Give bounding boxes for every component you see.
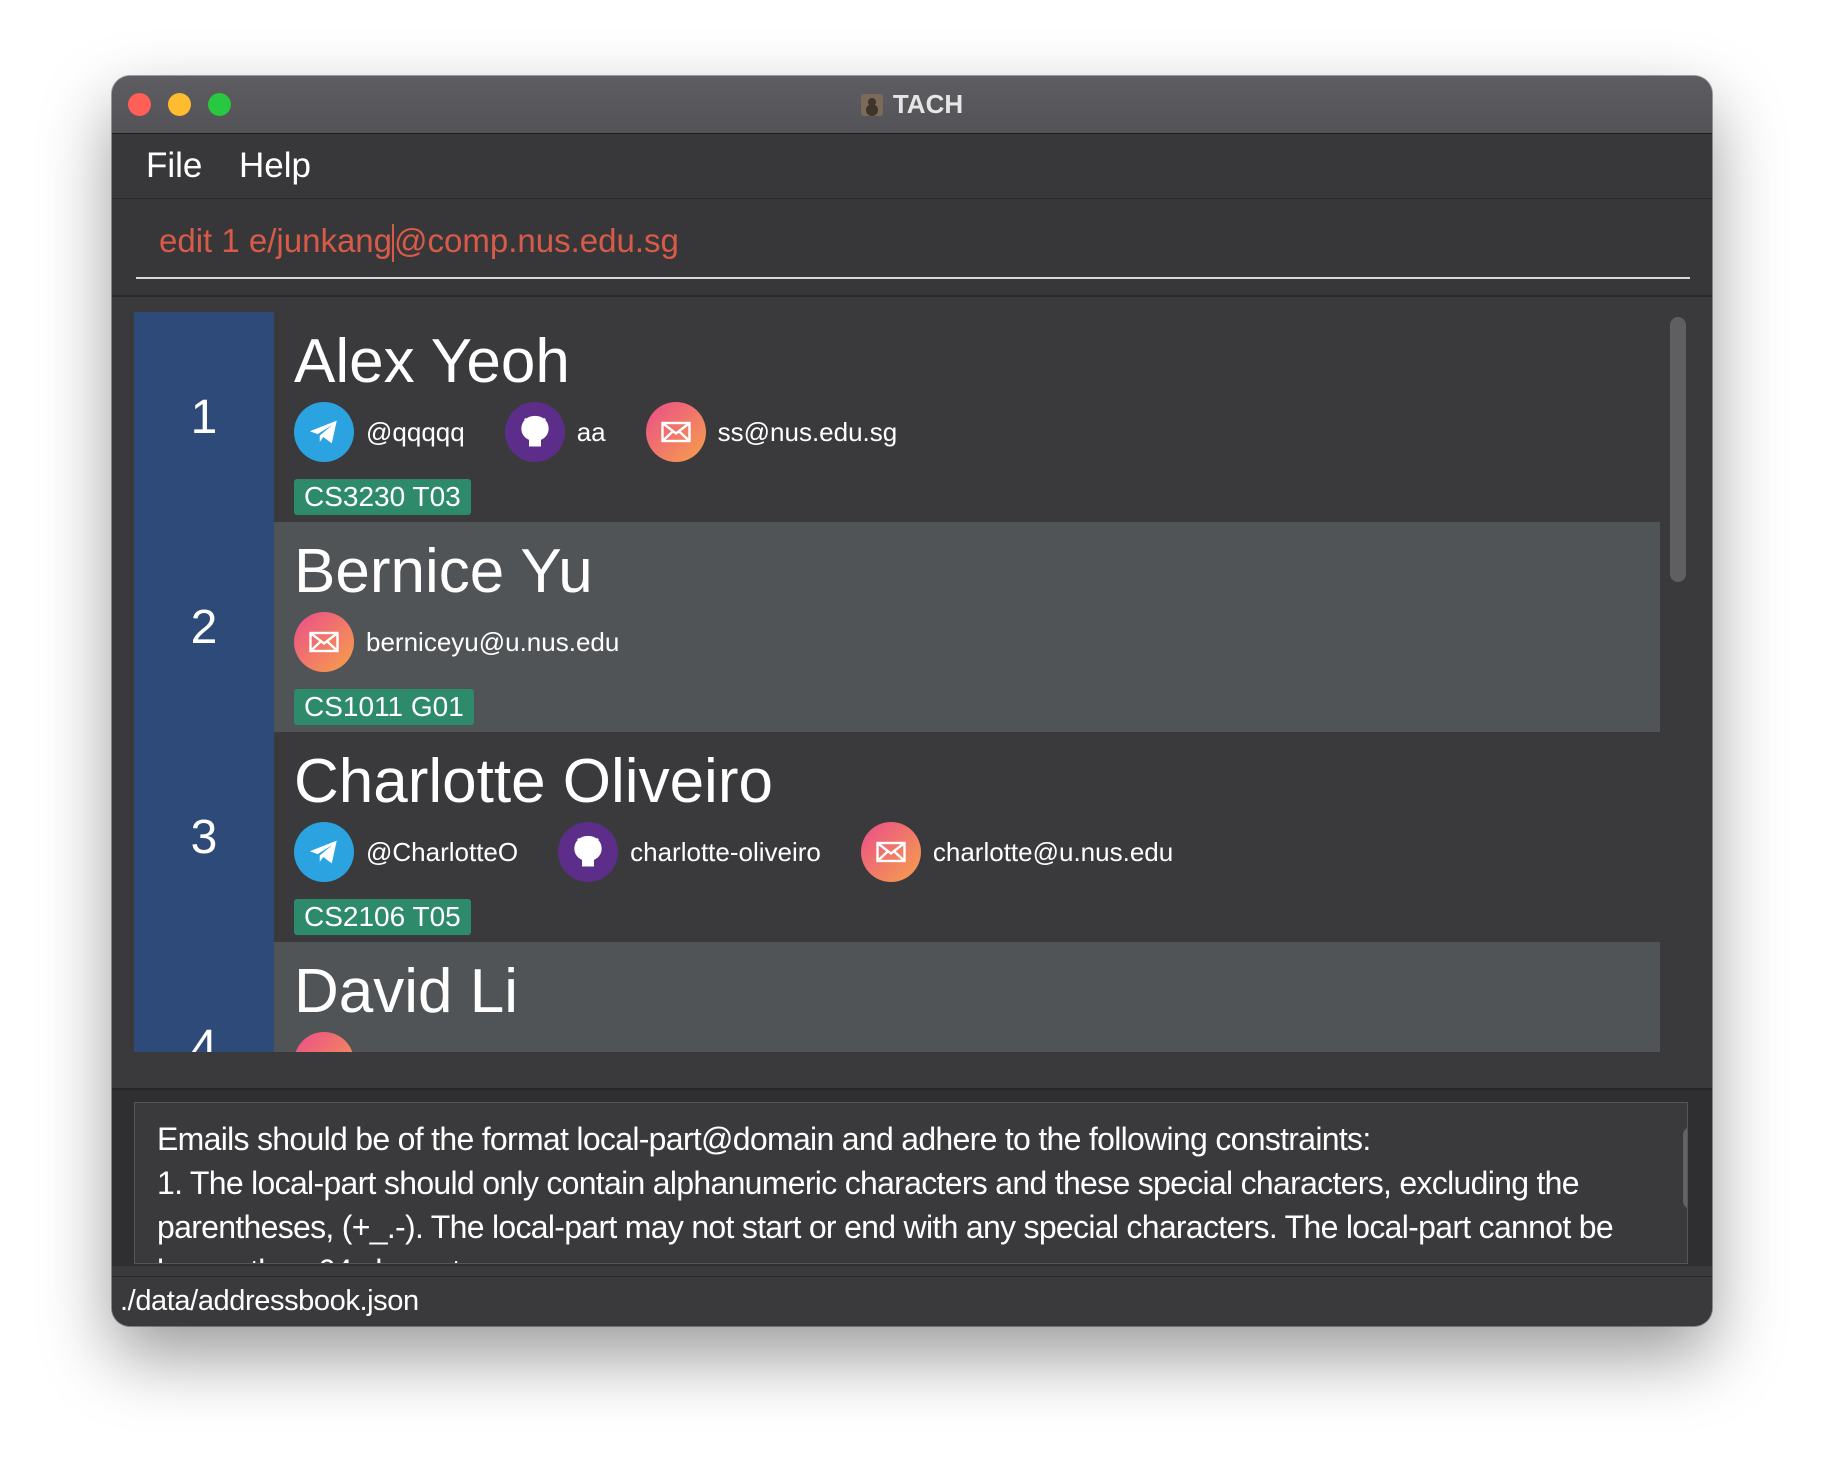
email-contact[interactable]: berniceyu@u.nus.edu (294, 612, 619, 672)
person-index: 2 (134, 522, 274, 732)
status-bar: ./data/addressbook.json (112, 1276, 1712, 1326)
email-contact[interactable] (294, 1032, 366, 1052)
person-card[interactable]: 4 David Li (134, 942, 1660, 1052)
person-name: David Li (294, 957, 518, 1026)
github-username: aa (576, 416, 606, 447)
telegram-handle: @CharlotteO (366, 836, 519, 867)
email-contact[interactable]: charlotte@u.nus.edu (860, 822, 1174, 882)
person-list[interactable]: 1 Alex Yeoh @qqqqq aa ss@nus.edu.sg CS32… (134, 312, 1660, 1052)
email-contact[interactable]: ss@nus.edu.sg (645, 402, 898, 462)
github-contact[interactable]: charlotte-oliveiro (558, 822, 821, 882)
addressbook-app-icon (860, 93, 883, 116)
person-name: Alex Yeoh (294, 327, 570, 396)
github-icon (558, 822, 619, 882)
tutorial-tag: CS2106 T05 (294, 899, 471, 935)
person-card[interactable]: 1 Alex Yeoh @qqqqq aa ss@nus.edu.sg CS32… (134, 312, 1660, 522)
person-index: 1 (134, 312, 274, 522)
email-address: charlotte@u.nus.edu (932, 836, 1174, 867)
result-panel: Emails should be of the format local-par… (112, 1088, 1712, 1266)
tutorial-tag: CS3230 T03 (294, 479, 471, 515)
menu-file[interactable]: File (146, 146, 202, 186)
menu-bar: File Help (112, 134, 1712, 199)
command-text-before-caret: edit 1 e/junkang (159, 221, 393, 259)
github-username: charlotte-oliveiro (630, 836, 821, 867)
person-index: 4 (134, 942, 274, 1052)
email-icon (294, 1032, 354, 1052)
person-card[interactable]: 2 Bernice Yu berniceyu@u.nus.edu CS1011 … (134, 522, 1660, 732)
app-window: TACH File Help edit 1 e/junkang@comp.nus… (112, 76, 1712, 1326)
result-message: Emails should be of the format local-par… (157, 1121, 1614, 1263)
telegram-handle: @qqqqq (366, 416, 465, 447)
telegram-icon (294, 402, 354, 462)
result-display[interactable]: Emails should be of the format local-par… (134, 1102, 1688, 1264)
github-icon (504, 402, 565, 462)
telegram-icon (294, 822, 354, 882)
result-scrollbar[interactable] (1683, 1127, 1687, 1209)
telegram-contact[interactable]: @CharlotteO (294, 822, 518, 882)
person-list-scrollbar[interactable] (1670, 317, 1686, 582)
person-list-panel: 1 Alex Yeoh @qqqqq aa ss@nus.edu.sg CS32… (112, 297, 1712, 1147)
person-index: 3 (134, 732, 274, 942)
window-title: TACH (892, 89, 964, 119)
telegram-contact[interactable]: @qqqqq (294, 402, 465, 462)
command-text-after-caret: @comp.nus.edu.sg (394, 221, 679, 259)
tutorial-tag: CS1011 G01 (294, 689, 474, 725)
menu-help[interactable]: Help (239, 146, 311, 186)
email-icon (645, 402, 706, 462)
contact-row: @qqqqq aa ss@nus.edu.sg (294, 402, 937, 462)
contact-row: berniceyu@u.nus.edu (294, 612, 659, 672)
data-file-path: ./data/addressbook.json (120, 1285, 419, 1317)
contact-row (294, 1032, 406, 1052)
person-name: Bernice Yu (294, 537, 593, 606)
title-bar: TACH (112, 76, 1712, 134)
command-area: edit 1 e/junkang@comp.nus.edu.sg (112, 199, 1712, 297)
person-card[interactable]: 3 Charlotte Oliveiro @CharlotteO charlot… (134, 732, 1660, 942)
email-icon (294, 612, 354, 672)
person-name: Charlotte Oliveiro (294, 747, 773, 816)
command-input[interactable]: edit 1 e/junkang@comp.nus.edu.sg (136, 207, 1690, 279)
email-address: ss@nus.edu.sg (717, 416, 898, 447)
email-address: berniceyu@u.nus.edu (366, 626, 620, 657)
github-contact[interactable]: aa (504, 402, 606, 462)
email-icon (860, 822, 921, 882)
contact-row: @CharlotteO charlotte-oliveiro charlotte… (294, 822, 1213, 882)
